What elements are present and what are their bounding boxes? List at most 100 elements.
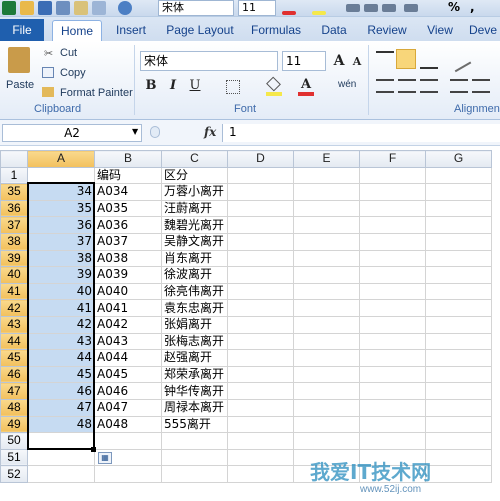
cell-b[interactable]: A046 [94,382,162,400]
align-right-icon[interactable] [382,4,396,12]
tab-view[interactable]: View [420,20,460,41]
cell-a[interactable]: 48 [27,415,95,434]
cell-c[interactable]: 吴静文离开 [161,232,228,251]
cell-g[interactable] [425,382,492,400]
qat-font-size[interactable]: 11 [238,0,276,16]
column-header-g[interactable]: G [425,150,492,168]
cell-d[interactable] [227,266,294,284]
mail-icon[interactable] [74,1,88,15]
cell-g[interactable] [425,183,492,201]
cell-e[interactable] [293,332,360,351]
paste-button[interactable]: Paste [4,45,34,97]
cell-d[interactable] [227,465,294,483]
insert-function-button[interactable]: fx [204,125,216,139]
format-painter-button[interactable]: Format Painter [60,87,133,99]
row-header[interactable]: 50 [0,432,28,450]
cell-c[interactable] [161,465,228,483]
cell-b[interactable]: A036 [94,216,162,234]
cell-b[interactable]: A037 [94,232,162,251]
cell-d[interactable] [227,415,294,434]
cell-d[interactable] [227,199,294,218]
cell-a[interactable]: 45 [27,365,95,384]
cell-g[interactable] [425,282,492,301]
cell-e[interactable] [293,382,360,400]
cut-button[interactable]: Cut [60,47,77,59]
cell-g[interactable] [425,216,492,234]
cell-g[interactable] [425,349,492,367]
cell-g[interactable] [425,398,492,417]
cell-g[interactable] [425,249,492,268]
row-header[interactable]: 44 [0,332,28,351]
cell-b[interactable]: A038 [94,249,162,268]
cell-c[interactable]: 徐波离开 [161,266,228,284]
row-header[interactable]: 46 [0,365,28,384]
spelling-icon[interactable] [92,1,106,15]
cell-d[interactable] [227,332,294,351]
cell-b[interactable]: A042 [94,315,162,334]
cell-a[interactable]: 35 [27,199,95,218]
row-header[interactable]: 41 [0,282,28,301]
grow-font-button[interactable]: A [330,52,348,70]
cell-c[interactable]: 肖东离开 [161,249,228,268]
fill-color-icon[interactable] [312,11,326,15]
row-header[interactable]: 52 [0,465,28,483]
decrease-indent-button[interactable] [450,79,468,93]
cell-c[interactable]: 万蓉小离开 [161,183,228,201]
cell-b[interactable]: A043 [94,332,162,351]
cell-d[interactable] [227,249,294,268]
cell-a[interactable]: 42 [27,315,95,334]
cell-d[interactable] [227,299,294,317]
percent-icon[interactable]: % [448,0,460,14]
cell-c[interactable]: 周禄本离开 [161,398,228,417]
cell-f[interactable] [359,299,426,317]
align-right-button[interactable] [420,79,438,93]
cell-b[interactable]: A047 [94,398,162,417]
cell-g[interactable] [425,266,492,284]
font-name-field[interactable]: 宋体 [140,51,278,71]
column-header-a[interactable]: A [27,150,95,168]
cell-e[interactable] [293,315,360,334]
worksheet[interactable]: A B C D E F G 1 编码 区分 35 34 A034 万蓉小离开 36 35 A035… [0,150,500,501]
cell-b[interactable]: A035 [94,199,162,218]
align-middle-button[interactable] [396,49,416,69]
row-header[interactable]: 39 [0,249,28,268]
cell-c[interactable]: 张梅志离开 [161,332,228,351]
tab-file[interactable]: File [0,19,44,41]
align-left-button[interactable] [376,79,394,93]
cell-g[interactable] [425,232,492,251]
cell-d[interactable] [227,382,294,400]
increase-indent-button[interactable] [472,79,490,93]
cell-d[interactable] [227,365,294,384]
align-bottom-button[interactable] [420,51,438,69]
cell-c[interactable]: 555离开 [161,415,228,434]
cell-c[interactable]: 钟华传离开 [161,382,228,400]
cell-a[interactable]: 34 [27,183,95,201]
cell-e[interactable] [293,266,360,284]
cell-f[interactable] [359,398,426,417]
font-color-icon[interactable] [282,11,296,15]
cell-a[interactable] [27,432,95,450]
cell-f[interactable] [359,183,426,201]
cell-e[interactable] [293,232,360,251]
cell-b[interactable]: A034 [94,183,162,201]
cell-f[interactable] [359,249,426,268]
font-size-field[interactable]: 11 [282,51,326,71]
align-left-icon[interactable] [346,4,360,12]
cell-e[interactable] [293,216,360,234]
name-box-dropdown-icon[interactable]: ▼ [132,127,138,136]
cell-a[interactable]: 39 [27,266,95,284]
cell-b[interactable] [94,465,162,483]
cell-g[interactable] [425,415,492,434]
italic-button[interactable]: I [164,77,182,95]
row-header[interactable]: 1 [0,166,28,185]
cell-a[interactable]: 38 [27,249,95,268]
tab-developer[interactable]: Deve [466,20,500,41]
orientation-button[interactable] [446,47,472,73]
cell-e[interactable] [293,415,360,434]
row-header[interactable]: 36 [0,199,28,218]
cell-b[interactable]: A041 [94,299,162,317]
formula-bar-grip-icon[interactable] [150,126,160,138]
cell-e[interactable] [293,282,360,301]
tab-insert[interactable]: Insert [108,20,154,41]
cell-d[interactable] [227,432,294,450]
